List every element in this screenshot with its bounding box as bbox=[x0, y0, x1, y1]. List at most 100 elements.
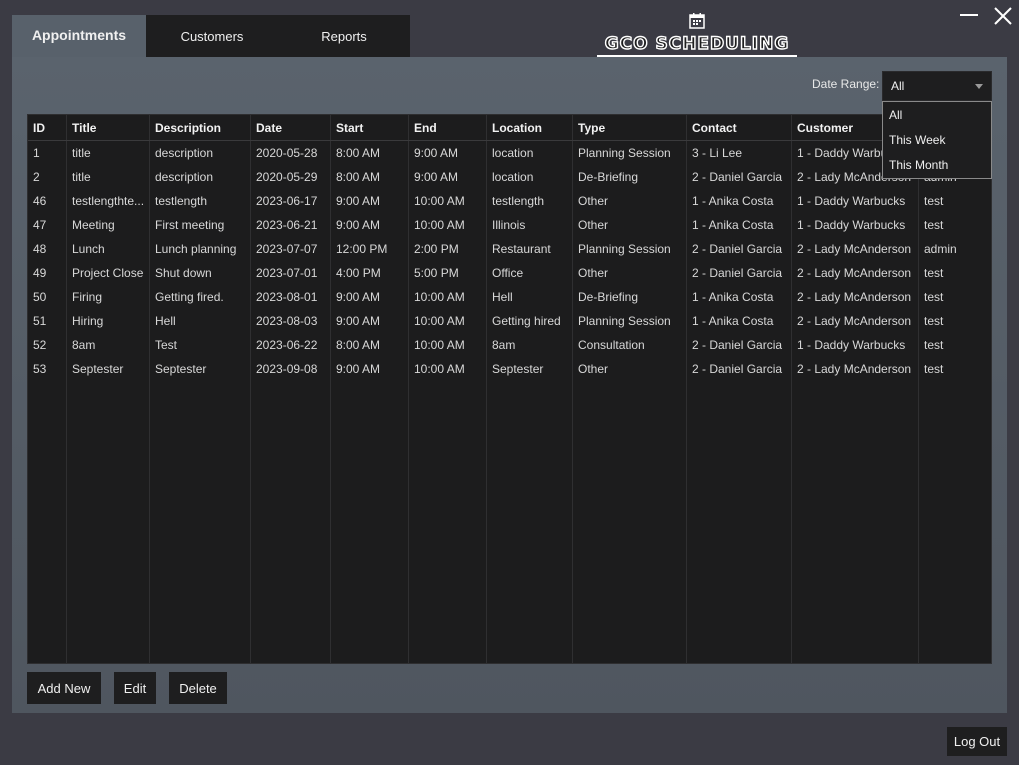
table-cell: 10:00 AM bbox=[409, 213, 487, 237]
logo-text: GCO SCHEDULING bbox=[604, 33, 790, 54]
table-cell: 9:00 AM bbox=[331, 189, 409, 213]
table-cell: 12:00 PM bbox=[331, 237, 409, 261]
table-cell: 2 - Lady McAnderson bbox=[792, 237, 919, 261]
date-range-option-all[interactable]: All bbox=[883, 103, 991, 128]
column-header[interactable]: Date bbox=[251, 115, 331, 140]
table-row[interactable]: 52 8am Test 2023-06-22 8:00 AM 10:00 AM 8am Con… bbox=[28, 333, 991, 357]
table-row[interactable]: 49 Project Close Shut down 2023-07-01 4:00 P… bbox=[28, 261, 991, 285]
table-cell: test bbox=[924, 218, 944, 232]
tab-customers[interactable]: Customers bbox=[146, 15, 278, 58]
table-cell: testlengthte... bbox=[67, 189, 150, 213]
table-row[interactable]: 1 title description 2020-05-28 8:00 AM 9:00 A… bbox=[28, 141, 991, 165]
minimize-icon[interactable] bbox=[958, 6, 980, 26]
table-cell: 2 - Daniel Garcia bbox=[687, 261, 792, 285]
table-cell: 1 - Anika Costa bbox=[687, 285, 792, 309]
table-cell: De-Briefing bbox=[573, 165, 687, 189]
table-row[interactable]: 50 Firing Getting fired. 2023-08-01 9:00 AM 1… bbox=[28, 285, 991, 309]
column-header[interactable]: Start bbox=[331, 115, 409, 140]
table-cell: Septester bbox=[150, 357, 251, 381]
column-header[interactable]: Title bbox=[67, 115, 150, 140]
log-out-button[interactable]: Log Out bbox=[947, 727, 1007, 756]
table-cell: 2020-05-29 bbox=[251, 165, 331, 189]
column-header[interactable]: Description bbox=[150, 115, 251, 140]
appointments-table[interactable]: ID Title Description Date Start End Location Ty… bbox=[27, 114, 992, 664]
table-cell: 2:00 PM bbox=[409, 237, 487, 261]
table-cell: title bbox=[67, 165, 150, 189]
tab-bar: Appointments Customers Reports bbox=[12, 15, 410, 58]
table-cell: 10:00 AM bbox=[409, 333, 487, 357]
table-cell: 46 bbox=[28, 189, 67, 213]
table-cell: 2023-06-22 bbox=[251, 333, 331, 357]
table-cell: test bbox=[924, 290, 944, 304]
table-cell: Firing bbox=[67, 285, 150, 309]
table-cell: 5:00 PM bbox=[409, 261, 487, 285]
column-header[interactable]: Contact bbox=[687, 115, 792, 140]
table-cell: 3 - Li Lee bbox=[687, 141, 792, 165]
table-cell: 1 - Daddy Warbucks bbox=[792, 213, 919, 237]
calendar-icon bbox=[689, 13, 705, 29]
edit-button[interactable]: Edit bbox=[114, 672, 156, 704]
table-cell: 10:00 AM bbox=[409, 309, 487, 333]
table-cell: 9:00 AM bbox=[409, 141, 487, 165]
table-cell: 1 - Anika Costa bbox=[687, 189, 792, 213]
table-row[interactable]: 53 Septester Septester 2023-09-08 9:00 AM 10:… bbox=[28, 357, 991, 381]
table-row[interactable]: 48 Lunch Lunch planning 2023-07-07 12:00 PM 2… bbox=[28, 237, 991, 261]
close-icon[interactable] bbox=[992, 6, 1014, 26]
table-row[interactable]: 47 Meeting First meeting 2023-06-21 9:00 AM 1… bbox=[28, 213, 991, 237]
table-cell: test bbox=[924, 338, 944, 352]
table-row[interactable]: 51 Hiring Hell 2023-08-03 9:00 AM 10:00 AM Get… bbox=[28, 309, 991, 333]
table-cell: test bbox=[924, 362, 944, 376]
add-new-button[interactable]: Add New bbox=[27, 672, 101, 704]
table-cell: testlength bbox=[150, 189, 251, 213]
table-cell: Hell bbox=[487, 285, 573, 309]
table-cell: Planning Session bbox=[573, 309, 687, 333]
date-range-select[interactable]: All bbox=[882, 71, 992, 101]
table-cell: 1 - Daddy Warbucks bbox=[792, 189, 919, 213]
table-cell: Restaurant bbox=[487, 237, 573, 261]
date-range-option-this-month[interactable]: This Month bbox=[883, 153, 991, 178]
table-cell: Consultation bbox=[573, 333, 687, 357]
table-cell: 10:00 AM bbox=[409, 189, 487, 213]
table-cell: Planning Session bbox=[573, 141, 687, 165]
table-cell: Lunch planning bbox=[150, 237, 251, 261]
table-cell: 2 - Daniel Garcia bbox=[687, 333, 792, 357]
table-cell: 8:00 AM bbox=[331, 165, 409, 189]
table-cell: 2023-07-07 bbox=[251, 237, 331, 261]
table-header: ID Title Description Date Start End Location Ty… bbox=[28, 115, 991, 141]
table-cell: 48 bbox=[28, 237, 67, 261]
table-row[interactable]: 46 testlengthte... testlength 2023-06-17 9:0… bbox=[28, 189, 991, 213]
table-cell: 1 - Anika Costa bbox=[687, 213, 792, 237]
tab-reports[interactable]: Reports bbox=[278, 15, 410, 58]
table-cell: 9:00 AM bbox=[331, 357, 409, 381]
table-cell: 2 - Lady McAnderson bbox=[792, 261, 919, 285]
column-header[interactable]: ID bbox=[28, 115, 67, 140]
table-cell: Lunch bbox=[67, 237, 150, 261]
table-cell: Hell bbox=[150, 309, 251, 333]
tab-appointments[interactable]: Appointments bbox=[12, 15, 146, 58]
table-cell: 8:00 AM bbox=[331, 141, 409, 165]
delete-button[interactable]: Delete bbox=[169, 672, 227, 704]
table-cell: title bbox=[67, 141, 150, 165]
column-header[interactable]: End bbox=[409, 115, 487, 140]
table-cell: Illinois bbox=[487, 213, 573, 237]
table-cell: 2 bbox=[28, 165, 67, 189]
table-cell: 2 - Daniel Garcia bbox=[687, 165, 792, 189]
column-header[interactable]: Type bbox=[573, 115, 687, 140]
date-range-option-this-week[interactable]: This Week bbox=[883, 128, 991, 153]
table-body: 1 title description 2020-05-28 8:00 AM 9:00 A… bbox=[28, 141, 991, 381]
table-cell: location bbox=[487, 141, 573, 165]
table-cell: Other bbox=[573, 213, 687, 237]
date-range-label: Date Range: bbox=[812, 77, 880, 91]
table-cell: admin bbox=[924, 242, 957, 256]
table-cell: Septester bbox=[487, 357, 573, 381]
table-cell: 52 bbox=[28, 333, 67, 357]
app-logo: GCO SCHEDULING bbox=[597, 12, 797, 58]
column-header[interactable]: Location bbox=[487, 115, 573, 140]
table-cell: description bbox=[150, 165, 251, 189]
table-cell: 1 bbox=[28, 141, 67, 165]
table-cell: 8am bbox=[67, 333, 150, 357]
table-cell: 53 bbox=[28, 357, 67, 381]
table-row[interactable]: 2 title description 2020-05-29 8:00 AM 9:00 A… bbox=[28, 165, 991, 189]
table-cell: 2 - Daniel Garcia bbox=[687, 357, 792, 381]
table-cell: 2023-06-17 bbox=[251, 189, 331, 213]
